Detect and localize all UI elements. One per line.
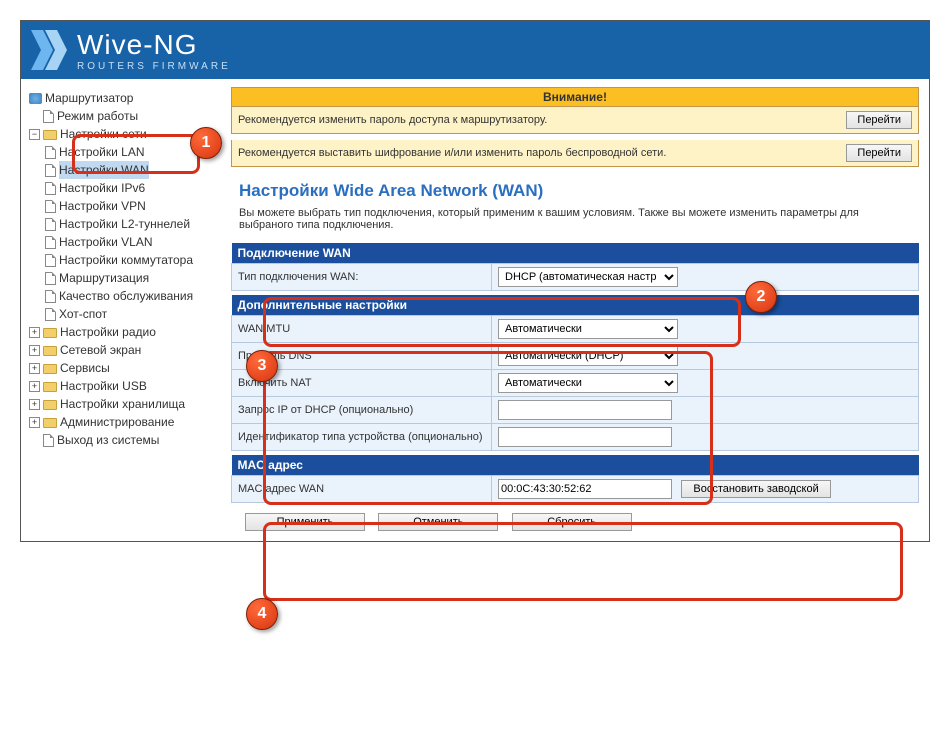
expand-icon[interactable]: + — [29, 399, 40, 410]
callout-2: 2 — [745, 281, 777, 313]
folder-icon — [43, 364, 57, 374]
nav-qos[interactable]: Качество обслуживания — [59, 287, 193, 305]
page-icon — [45, 164, 56, 177]
section-extra-header: Дополнительные настройки — [232, 295, 919, 316]
nav-usb[interactable]: Настройки USB — [60, 377, 147, 395]
page-icon — [43, 110, 54, 123]
nav-router[interactable]: Маршрутизатор — [45, 89, 133, 107]
page-icon — [45, 290, 56, 303]
expand-icon[interactable]: + — [29, 417, 40, 428]
page-icon — [45, 308, 56, 321]
section-mac-header: MAC адрес — [232, 455, 919, 476]
folder-icon — [43, 382, 57, 392]
nav-admin[interactable]: Администрирование — [60, 413, 174, 431]
nav-vpn[interactable]: Настройки VPN — [59, 197, 146, 215]
nav-ipv6[interactable]: Настройки IPv6 — [59, 179, 145, 197]
conn-type-select[interactable]: DHCP (автоматическая настр — [498, 267, 678, 287]
page-title: Настройки Wide Area Network (WAN) — [239, 181, 911, 201]
nav-switch[interactable]: Настройки коммутатора — [59, 251, 193, 269]
nav-vlan[interactable]: Настройки VLAN — [59, 233, 153, 251]
mac-label: MAC адрес WAN — [232, 476, 492, 503]
nav-logout[interactable]: Выход из системы — [57, 431, 159, 449]
folder-icon — [43, 346, 57, 356]
devid-input[interactable] — [498, 427, 672, 447]
page-icon — [45, 146, 56, 159]
section-mac: MAC адрес MAC адрес WAN Восстановить зав… — [231, 455, 919, 503]
cancel-button[interactable]: Отменить — [378, 513, 498, 531]
expand-icon[interactable]: + — [29, 345, 40, 356]
main-content: Внимание! Рекомендуется изменить пароль … — [225, 83, 925, 537]
folder-icon — [43, 400, 57, 410]
nav-routing[interactable]: Маршрутизация — [59, 269, 149, 287]
nat-select[interactable]: Автоматически — [498, 373, 678, 393]
folder-icon — [43, 328, 57, 338]
section-connection: Подключение WAN Тип подключения WAN: DHC… — [231, 243, 919, 291]
alert-row-2: Рекомендуется выставить шифрование и/или… — [231, 140, 919, 167]
alert-header: Внимание! — [231, 87, 919, 107]
folder-icon — [43, 130, 57, 140]
mac-restore-button[interactable]: Восстановить заводской — [681, 480, 831, 498]
nav-net[interactable]: Настройки сети — [60, 125, 147, 143]
mac-input[interactable] — [498, 479, 672, 499]
collapse-icon[interactable]: − — [29, 129, 40, 140]
nav-l2[interactable]: Настройки L2-туннелей — [59, 215, 190, 233]
brand-title: Wive-NG — [77, 29, 231, 61]
apply-button[interactable]: Применить — [245, 513, 365, 531]
alert-msg-1: Рекомендуется изменить пароль доступа к … — [238, 114, 547, 126]
expand-icon[interactable]: + — [29, 363, 40, 374]
page-icon — [45, 272, 56, 285]
mtu-select[interactable]: Автоматически — [498, 319, 678, 339]
devid-label: Идентификатор типа устройства (опциональ… — [232, 424, 492, 451]
nav-services[interactable]: Сервисы — [60, 359, 110, 377]
callout-4: 4 — [246, 598, 278, 630]
page-desc: Вы можете выбрать тип подключения, котор… — [239, 207, 911, 231]
page-icon — [43, 434, 54, 447]
section-conn-header: Подключение WAN — [232, 243, 919, 264]
page-icon — [45, 200, 56, 213]
page-icon — [45, 254, 56, 267]
alert-row-1: Рекомендуется изменить пароль доступа к … — [231, 107, 919, 134]
alert-msg-2: Рекомендуется выставить шифрование и/или… — [238, 147, 666, 159]
brand-subtitle: ROUTERS FIRMWARE — [77, 61, 231, 72]
alert-go-2[interactable]: Перейти — [846, 144, 912, 162]
folder-icon — [43, 418, 57, 428]
reset-button[interactable]: Сбросить — [512, 513, 632, 531]
callout-1: 1 — [190, 127, 222, 159]
dhcp-req-label: Запрос IP от DHCP (опционально) — [232, 397, 492, 424]
app-header: Wive-NG ROUTERS FIRMWARE — [21, 21, 929, 79]
page-icon — [45, 236, 56, 249]
nav-wan[interactable]: Настройки WAN — [59, 161, 149, 179]
expand-icon[interactable]: + — [29, 327, 40, 338]
section-extra: Дополнительные настройки WAN MTU Автомати… — [231, 295, 919, 451]
logo-icon — [31, 30, 67, 70]
nav-radio[interactable]: Настройки радио — [60, 323, 156, 341]
nav-mode[interactable]: Режим работы — [57, 107, 138, 125]
dns-select[interactable]: Автоматически (DHCP) — [498, 346, 678, 366]
mtu-label: WAN MTU — [232, 316, 492, 343]
nav-lan[interactable]: Настройки LAN — [59, 143, 145, 161]
nav-hotspot[interactable]: Хот-спот — [59, 305, 107, 323]
nav-storage[interactable]: Настройки хранилища — [60, 395, 185, 413]
expand-icon[interactable]: + — [29, 381, 40, 392]
nav-firewall[interactable]: Сетевой экран — [60, 341, 141, 359]
dhcp-req-input[interactable] — [498, 400, 672, 420]
conn-type-label: Тип подключения WAN: — [232, 264, 492, 291]
callout-3: 3 — [246, 350, 278, 382]
action-row: Применить Отменить Сбросить — [231, 507, 919, 533]
alert-go-1[interactable]: Перейти — [846, 111, 912, 129]
page-icon — [45, 218, 56, 231]
page-icon — [45, 182, 56, 195]
router-icon — [29, 93, 42, 104]
